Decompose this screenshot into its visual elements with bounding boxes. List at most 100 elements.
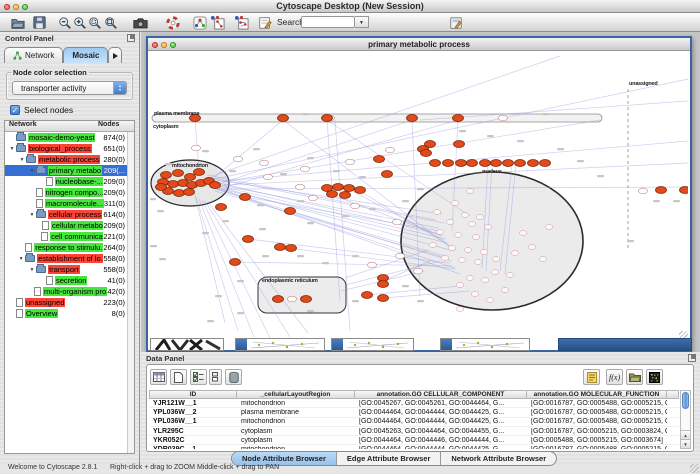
table-scrollbar[interactable]: ▲ ▼	[680, 390, 691, 449]
minimized-window[interactable]	[331, 338, 414, 351]
node-small[interactable]	[192, 145, 201, 151]
node-selected-orange[interactable]	[454, 141, 465, 148]
node-nucleus[interactable]	[461, 213, 469, 218]
node-selected-orange[interactable]	[168, 181, 179, 188]
tree-row[interactable]: ▼establishment of lo...558(0)	[5, 253, 134, 264]
node-nucleus[interactable]	[511, 251, 519, 256]
node-nucleus[interactable]	[539, 257, 547, 262]
node-nucleus[interactable]	[429, 243, 437, 248]
unified-icon[interactable]	[209, 369, 222, 385]
search-dropdown-button[interactable]: ▼	[355, 16, 369, 28]
node-selected-orange[interactable]	[210, 182, 221, 189]
node-selected-orange[interactable]	[322, 115, 333, 122]
node-selected-orange[interactable]	[333, 184, 344, 191]
node-color-dropdown[interactable]: transporter activity ▲▼	[12, 81, 127, 95]
node-selected-orange[interactable]	[425, 141, 436, 148]
node-nucleus[interactable]	[528, 245, 536, 250]
node-nucleus[interactable]	[436, 230, 444, 235]
scroll-up-icon[interactable]: ▲	[681, 430, 690, 439]
snapshot-camera-icon[interactable]	[133, 15, 148, 30]
tree-row[interactable]: response to stimulu...264(0)	[5, 242, 134, 253]
node-small[interactable]	[639, 188, 648, 194]
table-row[interactable]: YJR121W__1mitochondrion[GO:0045267, GO:0…	[149, 399, 679, 408]
node-selected-orange[interactable]	[216, 204, 227, 211]
node-small[interactable]	[301, 166, 310, 172]
node-selected-orange[interactable]	[515, 160, 526, 167]
tree-row[interactable]: multi-organism pro...42(0)	[5, 286, 134, 297]
node-nucleus[interactable]	[451, 201, 459, 206]
node-selected-orange[interactable]	[240, 194, 251, 201]
minimized-window[interactable]	[558, 338, 692, 351]
node-selected-orange[interactable]	[456, 160, 467, 167]
tree-row[interactable]: ▼primary metabo209(...	[5, 165, 134, 176]
node-nucleus[interactable]	[471, 292, 479, 297]
node-selected-orange[interactable]	[407, 115, 418, 122]
tree-row[interactable]: ▼biological_process651(0)	[5, 143, 134, 154]
scroll-down-icon[interactable]: ▼	[681, 439, 690, 448]
node-nucleus[interactable]	[506, 273, 514, 278]
node-small[interactable]	[260, 160, 269, 166]
node-nucleus[interactable]	[481, 278, 489, 283]
annotation-icon[interactable]	[257, 15, 272, 30]
node-nucleus[interactable]	[466, 276, 474, 281]
table-row[interactable]: YDR039C__1mitochondrion[GO:0044464, GO:0…	[149, 445, 679, 449]
tree-row[interactable]: unassigned223(0)	[5, 297, 134, 308]
notes-icon[interactable]	[583, 369, 600, 385]
edge[interactable]	[327, 120, 470, 216]
node-selected-orange[interactable]	[194, 169, 205, 176]
node-selected-orange[interactable]	[161, 172, 172, 179]
minimized-window[interactable]	[150, 338, 224, 351]
network-canvas[interactable]: plasma membrane cytoplasm mitochondrion …	[148, 51, 690, 350]
node-selected-orange[interactable]	[174, 190, 185, 197]
help-lifesaver-icon[interactable]	[165, 15, 180, 30]
node-selected-orange[interactable]	[344, 185, 355, 192]
window-resize-grip[interactable]	[690, 464, 699, 473]
node-selected-orange[interactable]	[278, 115, 289, 122]
col-go-molecular-function[interactable]: annotation.GO MOLECULAR_FUNCTION	[527, 390, 667, 399]
disclosure-triangle-icon[interactable]: ▼	[28, 267, 36, 273]
disclosure-triangle-icon[interactable]: ▼	[28, 212, 36, 218]
node-nucleus[interactable]	[456, 283, 464, 288]
tree-row[interactable]: Overview8(0)	[5, 308, 134, 319]
tree-row[interactable]: ▼cellular process614(0)	[5, 209, 134, 220]
edge[interactable]	[195, 195, 225, 323]
table-row[interactable]: YPL036W__1mitochondrion[GO:0044464, GO:0…	[149, 418, 679, 427]
plugin-network-icon[interactable]	[192, 15, 207, 30]
tab-network[interactable]: Network	[4, 47, 63, 63]
node-small[interactable]	[296, 184, 305, 190]
disclosure-triangle-icon[interactable]: ▼	[28, 168, 36, 174]
node-small[interactable]	[499, 115, 508, 121]
node-selected-orange[interactable]	[378, 295, 389, 302]
node-nucleus[interactable]	[456, 307, 464, 312]
network-window-titlebar[interactable]: primary metabolic process	[148, 38, 690, 51]
node-selected-orange[interactable]	[340, 192, 351, 199]
save-icon[interactable]	[32, 15, 47, 30]
node-selected-orange[interactable]	[362, 292, 373, 299]
node-selected-orange[interactable]	[184, 189, 195, 196]
search-options-icon[interactable]	[448, 15, 463, 30]
scrollbar-thumb[interactable]	[682, 392, 689, 409]
node-selected-orange[interactable]	[430, 160, 441, 167]
node-nucleus[interactable]	[433, 210, 441, 215]
node-selected-orange[interactable]	[355, 187, 366, 194]
new-attribute-icon[interactable]	[170, 369, 187, 385]
minimized-window[interactable]	[440, 338, 530, 351]
node-selected-orange[interactable]	[185, 174, 196, 181]
col-cellular-layout-region[interactable]: _cellularLayoutRegion	[237, 390, 355, 399]
node-nucleus[interactable]	[446, 220, 454, 225]
node-selected-orange[interactable]	[173, 170, 184, 177]
disclosure-triangle-icon[interactable]: ▼	[17, 256, 25, 262]
node-nucleus[interactable]	[466, 189, 474, 194]
node-nucleus[interactable]	[458, 258, 466, 263]
float-data-panel-icon[interactable]	[688, 354, 696, 362]
node-nucleus[interactable]	[476, 215, 484, 220]
edge[interactable]	[205, 201, 290, 337]
node-selected-orange[interactable]	[327, 191, 338, 198]
node-selected-orange[interactable]	[453, 115, 464, 122]
node-selected-orange[interactable]	[443, 160, 454, 167]
open-file-icon[interactable]	[10, 15, 25, 30]
table-row[interactable]: YPL036W__2plasma membrane[GO:0044464, GO…	[149, 408, 679, 417]
node-small[interactable]	[368, 262, 377, 268]
attribute-list-icon[interactable]	[190, 369, 207, 385]
destroy-view-icon[interactable]	[210, 15, 225, 30]
